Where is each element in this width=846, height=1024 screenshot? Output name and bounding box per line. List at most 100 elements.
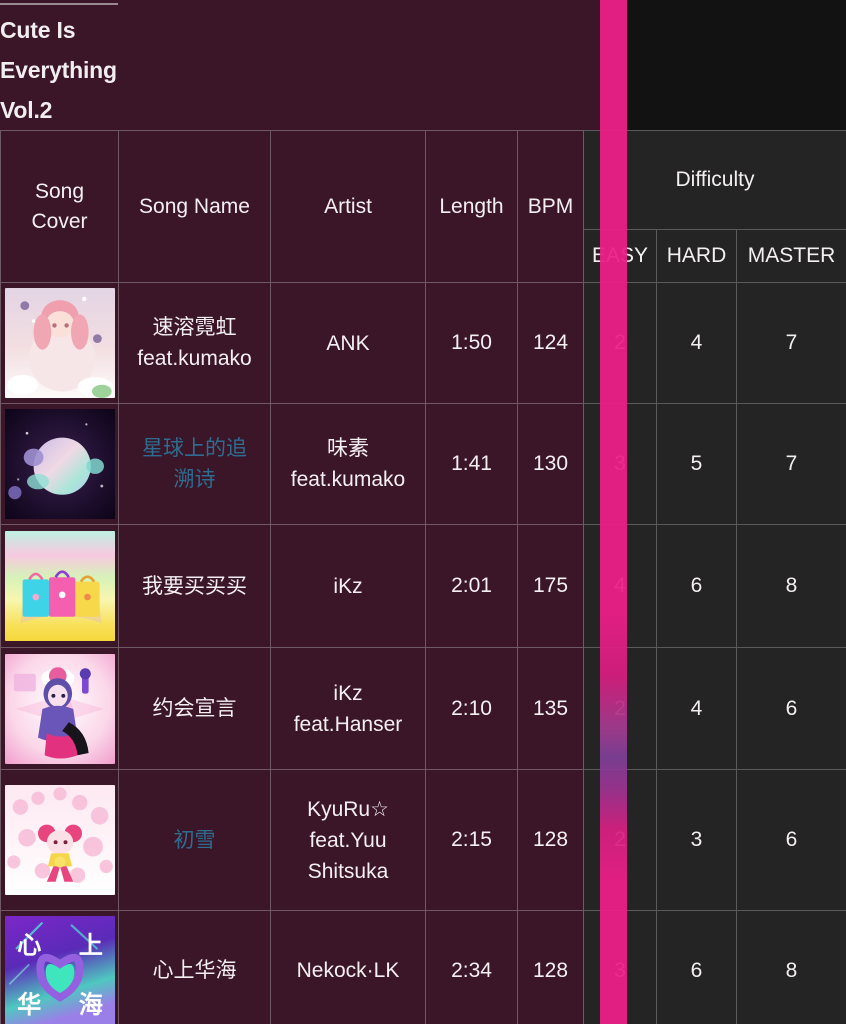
song-name-cell[interactable]: 星球上的追 溯诗 [118,403,271,525]
song-cover-cell[interactable] [0,769,119,911]
difficulty-hard-cell: 6 [656,524,737,648]
bpm-cell: 128 [517,910,584,1024]
title-top-rule [0,3,118,5]
bpm-cell: 130 [517,403,584,525]
artist-line: feat.Yuu [309,828,387,852]
table-row[interactable]: 星球上的追 溯诗 味素 feat.kumako 1:41 130 3 5 7 [0,403,846,525]
difficulty-easy-cell: 2 [583,282,657,404]
artist-cell: Nekock·LK [270,910,426,1024]
song-table: Song Cover Song Name Artist Length BPM D… [0,130,846,1024]
difficulty-hard-cell: 6 [656,910,737,1024]
album-title-band: Cute Is Everything Vol.2 [0,0,600,130]
album-cover-image[interactable] [4,653,115,764]
album-cover-image[interactable] [4,409,115,519]
page-title-line-2: Everything [0,57,117,83]
song-cover-cell[interactable] [0,403,119,525]
song-cover-cell[interactable] [0,282,119,404]
svg-text:心: 心 [17,932,41,959]
bpm-cell: 128 [517,769,584,911]
artist-cell: 味素 feat.kumako [270,403,426,525]
song-name-line: 星球上的追 [142,437,247,460]
svg-text:海: 海 [78,990,102,1018]
song-name-cell[interactable]: 速溶霓虹 feat.kumako [118,282,271,404]
col-header-length: Length [425,130,518,283]
artist-line: iKz [333,681,363,705]
table-row[interactable]: 速溶霓虹 feat.kumako ANK 1:50 124 2 4 7 [0,282,846,404]
col-header-artist: Artist [270,130,426,283]
difficulty-easy-cell: 3 [583,910,657,1024]
table-row[interactable]: 我要买买买 iKz 2:01 175 4 6 8 [0,524,846,648]
bpm-cell: 175 [517,524,584,648]
col-header-song-cover-line1: Song [34,179,85,203]
table-row[interactable]: 约会宣言 iKz feat.Hanser 2:10 135 2 4 6 [0,647,846,770]
difficulty-hard-cell: 5 [656,403,737,525]
difficulty-master-cell: 8 [736,524,846,648]
artist-line: feat.kumako [290,468,406,491]
difficulty-hard-cell: 4 [656,647,737,770]
song-cover-cell[interactable] [0,524,119,648]
title-right-filler [627,0,846,130]
artist-line: feat.Hanser [293,712,403,736]
artist-cell: ANK [270,282,426,404]
bpm-cell: 135 [517,647,584,770]
difficulty-master-cell: 6 [736,769,846,911]
song-name-line: 初雪 [173,828,216,852]
svg-text:上: 上 [78,932,102,959]
difficulty-easy-cell: 3 [583,403,657,525]
artist-line: ANK [326,331,370,355]
header-row-main: Song Cover Song Name Artist Length BPM D… [0,130,846,283]
col-header-difficulty: Difficulty [583,130,846,230]
bpm-cell: 124 [517,282,584,404]
artist-line: KyuRu☆ [307,797,389,821]
artist-cell: KyuRu☆ feat.Yuu Shitsuka [270,769,426,911]
song-cover-cell[interactable] [0,647,119,770]
difficulty-master-cell: 8 [736,910,846,1024]
difficulty-hard-cell: 4 [656,282,737,404]
difficulty-easy-cell: 2 [583,647,657,770]
album-cover-image[interactable] [4,288,115,398]
song-name-line: 心上华海 [152,959,237,982]
song-name-cell[interactable]: 心上华海 [118,910,271,1024]
song-name-cell[interactable]: 初雪 [118,769,271,911]
length-cell: 2:01 [425,524,518,648]
album-cover-image[interactable] [4,785,115,895]
col-header-song-cover: Song Cover [0,130,119,283]
difficulty-easy-cell: 4 [583,524,657,648]
length-cell: 2:34 [425,910,518,1024]
artist-cell: iKz [270,524,426,648]
col-header-master: MASTER [736,229,846,283]
page-title-line-3: Vol.2 [0,97,53,123]
song-name-line: 约会宣言 [152,697,237,720]
song-cover-cell[interactable]: 心 上 华 海 [0,910,119,1024]
album-cover-image[interactable] [4,531,115,641]
difficulty-master-cell: 6 [736,647,846,770]
song-list-page: Cute Is Everything Vol.2 Song Cover Song… [0,0,846,1024]
col-header-bpm: BPM [517,130,584,283]
length-cell: 1:50 [425,282,518,404]
length-cell: 2:10 [425,647,518,770]
artist-line: Shitsuka [307,859,389,883]
col-header-easy: EASY [583,229,657,283]
col-header-song-cover-line2: Cover [31,209,88,233]
song-name-line: 溯诗 [173,468,216,491]
difficulty-master-cell: 7 [736,282,846,404]
difficulty-easy-cell: 2 [583,769,657,911]
album-cover-image[interactable]: 心 上 华 海 [4,915,115,1024]
length-cell: 2:15 [425,769,518,911]
song-name-line: 速溶霓虹 [152,316,237,339]
song-name-cell[interactable]: 约会宣言 [118,647,271,770]
col-header-song-name: Song Name [118,130,271,283]
song-name-cell[interactable]: 我要买买买 [118,524,271,648]
artist-line: 味素 [327,437,369,460]
svg-text:华: 华 [17,990,41,1018]
difficulty-master-cell: 7 [736,403,846,525]
song-name-line: feat.kumako [137,347,252,370]
table-row[interactable]: 心 上 华 海 心上华海 Nekock·LK 2:34 128 3 6 8 [0,910,846,1024]
artist-cell: iKz feat.Hanser [270,647,426,770]
song-table-body: 速溶霓虹 feat.kumako ANK 1:50 124 2 4 7 星球上的… [0,282,846,1024]
length-cell: 1:41 [425,403,518,525]
song-name-line: 我要买买买 [142,574,247,598]
table-row[interactable]: 初雪 KyuRu☆ feat.Yuu Shitsuka 2:15 128 2 3… [0,769,846,911]
page-title: Cute Is Everything Vol.2 [0,10,230,130]
page-title-line-1: Cute Is [0,17,76,43]
